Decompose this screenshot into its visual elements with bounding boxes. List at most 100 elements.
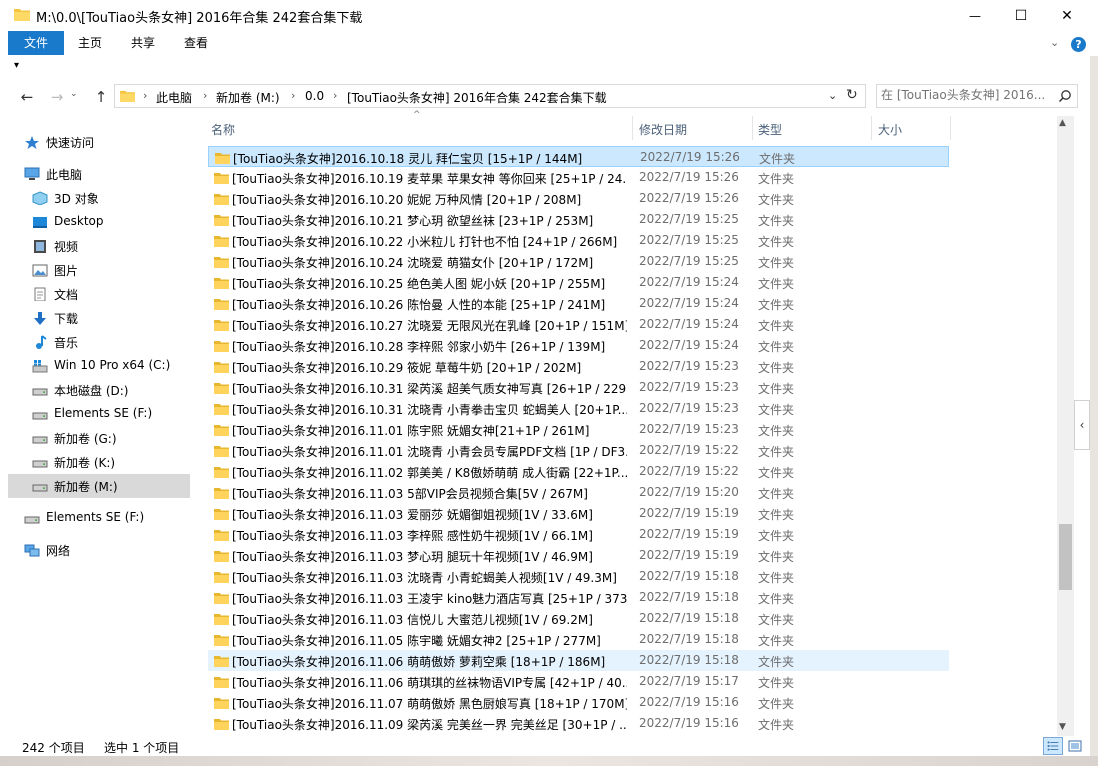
maximize-icon: ☐: [1014, 7, 1028, 24]
tab-view[interactable]: 查看: [175, 31, 217, 55]
table-row[interactable]: [TouTiao头条女神]2016.11.01 陈宇熙 妩媚女神[21+1P /…: [208, 419, 949, 440]
table-row[interactable]: [TouTiao头条女神]2016.10.20 妮妮 万种风情 [20+1P /…: [208, 188, 949, 209]
sidebar-item-downloads[interactable]: 下载: [8, 306, 190, 330]
sidebar-item-drive-m[interactable]: 新加卷 (M:): [8, 474, 190, 498]
table-row[interactable]: [TouTiao头条女神]2016.10.31 沈晓青 小青拳击宝贝 蛇蝎美人 …: [208, 398, 949, 419]
file-type: 文件夹: [758, 235, 795, 249]
table-row[interactable]: [TouTiao头条女神]2016.10.28 李梓熙 邻家小奶牛 [26+1P…: [208, 335, 949, 356]
sidebar-item-music[interactable]: 音乐: [8, 330, 190, 354]
file-type: 文件夹: [758, 445, 795, 459]
table-row[interactable]: [TouTiao头条女神]2016.11.03 沈晓青 小青蛇蝎美人视频[1V …: [208, 566, 949, 587]
quick-access-toolbar-icon[interactable]: ▾: [14, 60, 19, 71]
address-dropdown-icon[interactable]: ⌄: [828, 89, 837, 102]
forward-button[interactable]: →: [46, 86, 68, 108]
tab-home[interactable]: 主页: [70, 31, 110, 55]
file-name: [TouTiao头条女神]2016.11.07 萌萌傲娇 黑色厨娘写真 [18+…: [232, 697, 627, 711]
scrollbar-thumb[interactable]: [1059, 524, 1072, 590]
table-row[interactable]: [TouTiao头条女神]2016.10.31 梁芮溪 超美气质女神写真 [26…: [208, 377, 949, 398]
table-row[interactable]: [TouTiao头条女神]2016.11.06 萌萌傲娇 萝莉空乘 [18+1P…: [208, 650, 949, 671]
breadcrumb-separator[interactable]: ›: [291, 89, 295, 102]
breadcrumb-drive-m[interactable]: 新加卷 (M:): [216, 89, 280, 106]
sidebar-item-videos[interactable]: 视频: [8, 234, 190, 258]
sidebar-item-drive-c[interactable]: Win 10 Pro x64 (C:): [8, 354, 190, 378]
breadcrumb-separator[interactable]: ›: [203, 89, 207, 102]
column-header-date[interactable]: 修改日期: [639, 121, 687, 138]
table-row[interactable]: [TouTiao头条女神]2016.10.26 陈怡曼 人性的本能 [25+1P…: [208, 293, 949, 314]
sidebar-item-pictures[interactable]: 图片: [8, 258, 190, 282]
sidebar-item-network[interactable]: 网络: [8, 538, 190, 562]
sidebar-item-this-pc[interactable]: 此电脑: [8, 162, 190, 186]
table-row[interactable]: [TouTiao头条女神]2016.11.03 信悦儿 大蜜范儿视频[1V / …: [208, 608, 949, 629]
close-button[interactable]: ✕: [1044, 0, 1090, 31]
back-button[interactable]: ←: [16, 86, 38, 108]
table-row[interactable]: [TouTiao头条女神]2016.11.02 郭美美 / K8傲娇萌萌 成人街…: [208, 461, 949, 482]
column-divider[interactable]: [752, 116, 753, 140]
table-row[interactable]: [TouTiao头条女神]2016.11.06 萌琪琪的丝袜物语VIP专属 [4…: [208, 671, 949, 692]
sidebar-item-drive-f[interactable]: Elements SE (F:): [8, 402, 190, 426]
refresh-icon[interactable]: ↻: [846, 87, 858, 103]
folder-icon: [214, 173, 229, 184]
minimize-button[interactable]: —: [952, 0, 998, 31]
sidebar-item-drive-d[interactable]: 本地磁盘 (D:): [8, 378, 190, 402]
tab-share[interactable]: 共享: [122, 31, 164, 55]
table-row[interactable]: [TouTiao头条女神]2016.10.19 麦苹果 苹果女神 等你回来 [2…: [208, 167, 949, 188]
table-row[interactable]: [TouTiao头条女神]2016.11.09 梁芮溪 完美丝一界 完美丝足 […: [208, 713, 949, 734]
file-type: 文件夹: [758, 718, 795, 732]
file-modified-date: 2022/7/19 15:19: [639, 527, 739, 541]
vertical-scrollbar[interactable]: [1057, 116, 1074, 736]
search-icon[interactable]: [1058, 89, 1072, 103]
column-header-name[interactable]: 名称: [211, 121, 235, 138]
table-row[interactable]: [TouTiao头条女神]2016.11.01 沈晓青 小青会员专属PDF文档 …: [208, 440, 949, 461]
table-row[interactable]: [TouTiao头条女神]2016.10.21 梦心玥 欲望丝袜 [23+1P …: [208, 209, 949, 230]
table-row[interactable]: [TouTiao头条女神]2016.11.03 李梓熙 感性奶牛视频[1V / …: [208, 524, 949, 545]
file-type: 文件夹: [758, 298, 795, 312]
table-row[interactable]: [TouTiao头条女神]2016.11.03 梦心玥 腿玩十年视频[1V / …: [208, 545, 949, 566]
breadcrumb-this-pc[interactable]: 此电脑: [156, 89, 192, 106]
sidebar-item-drive-g[interactable]: 新加卷 (G:): [8, 426, 190, 450]
file-modified-date: 2022/7/19 15:18: [639, 590, 739, 604]
up-button[interactable]: ↑: [90, 86, 112, 108]
maximize-button[interactable]: ☐: [998, 0, 1044, 31]
column-header-size[interactable]: 大小: [878, 121, 902, 138]
folder-icon: [14, 9, 30, 21]
sidebar-item-documents[interactable]: 文档: [8, 282, 190, 306]
breadcrumb-folder-0-0[interactable]: 0.0: [305, 89, 324, 103]
sidebar-item-3d-objects[interactable]: 3D 对象: [8, 186, 190, 210]
column-divider[interactable]: [871, 116, 872, 140]
search-input[interactable]: [881, 84, 1051, 106]
breadcrumb-current-folder[interactable]: [TouTiao头条女神] 2016年合集 242套合集下载: [347, 89, 607, 106]
scroll-up-icon[interactable]: ▲: [1059, 118, 1066, 128]
table-row[interactable]: [TouTiao头条女神]2016.10.22 小米粒儿 打针也不怕 [24+1…: [208, 230, 949, 251]
recent-locations-icon[interactable]: ⌄: [70, 89, 78, 99]
file-modified-date: 2022/7/19 15:20: [639, 485, 739, 499]
ribbon-expand-icon[interactable]: ⌄: [1050, 36, 1059, 49]
tab-file[interactable]: 文件: [8, 31, 64, 55]
breadcrumb-separator[interactable]: ›: [333, 89, 337, 102]
table-row[interactable]: [TouTiao头条女神]2016.11.07 萌萌傲娇 黑色厨娘写真 [18+…: [208, 692, 949, 713]
table-row[interactable]: [TouTiao头条女神]2016.11.05 陈宇曦 妩媚女神2 [25+1P…: [208, 629, 949, 650]
column-divider[interactable]: [632, 116, 633, 140]
table-row[interactable]: [TouTiao头条女神]2016.10.24 沈晓爱 萌猫女仆 [20+1P …: [208, 251, 949, 272]
preview-pane-toggle[interactable]: ‹: [1074, 400, 1090, 450]
folder-icon: [214, 383, 229, 394]
column-divider[interactable]: [950, 116, 951, 140]
table-row[interactable]: [TouTiao头条女神]2016.10.18 灵儿 拜仁宝贝 [15+1P /…: [208, 146, 949, 167]
table-row[interactable]: [TouTiao头条女神]2016.11.03 5部VIP会员视频合集[5V /…: [208, 482, 949, 503]
sidebar-item-drive-k[interactable]: 新加卷 (K:): [8, 450, 190, 474]
sidebar-item-desktop[interactable]: Desktop: [8, 210, 190, 234]
help-icon[interactable]: ?: [1071, 37, 1086, 52]
folder-icon: [214, 656, 229, 667]
sidebar-item-elements-f[interactable]: Elements SE (F:): [8, 506, 190, 530]
sidebar-item-quick-access[interactable]: 快速访问: [8, 130, 190, 154]
scroll-down-icon[interactable]: ▼: [1059, 722, 1066, 732]
large-icons-view-icon[interactable]: [1067, 738, 1083, 754]
ribbon: [0, 31, 1098, 55]
table-row[interactable]: [TouTiao头条女神]2016.10.29 筱妮 草莓牛奶 [20+1P /…: [208, 356, 949, 377]
table-row[interactable]: [TouTiao头条女神]2016.10.27 沈晓爱 无限风光在乳峰 [20+…: [208, 314, 949, 335]
table-row[interactable]: [TouTiao头条女神]2016.11.03 王凌宇 kino魅力酒店写真 […: [208, 587, 949, 608]
column-header-type[interactable]: 类型: [758, 121, 782, 138]
table-row[interactable]: [TouTiao头条女神]2016.10.25 绝色美人图 妮小妖 [20+1P…: [208, 272, 949, 293]
details-view-icon[interactable]: [1043, 737, 1063, 755]
table-row[interactable]: [TouTiao头条女神]2016.11.03 爱丽莎 妩媚御姐视频[1V / …: [208, 503, 949, 524]
breadcrumb-separator[interactable]: ›: [143, 89, 147, 102]
